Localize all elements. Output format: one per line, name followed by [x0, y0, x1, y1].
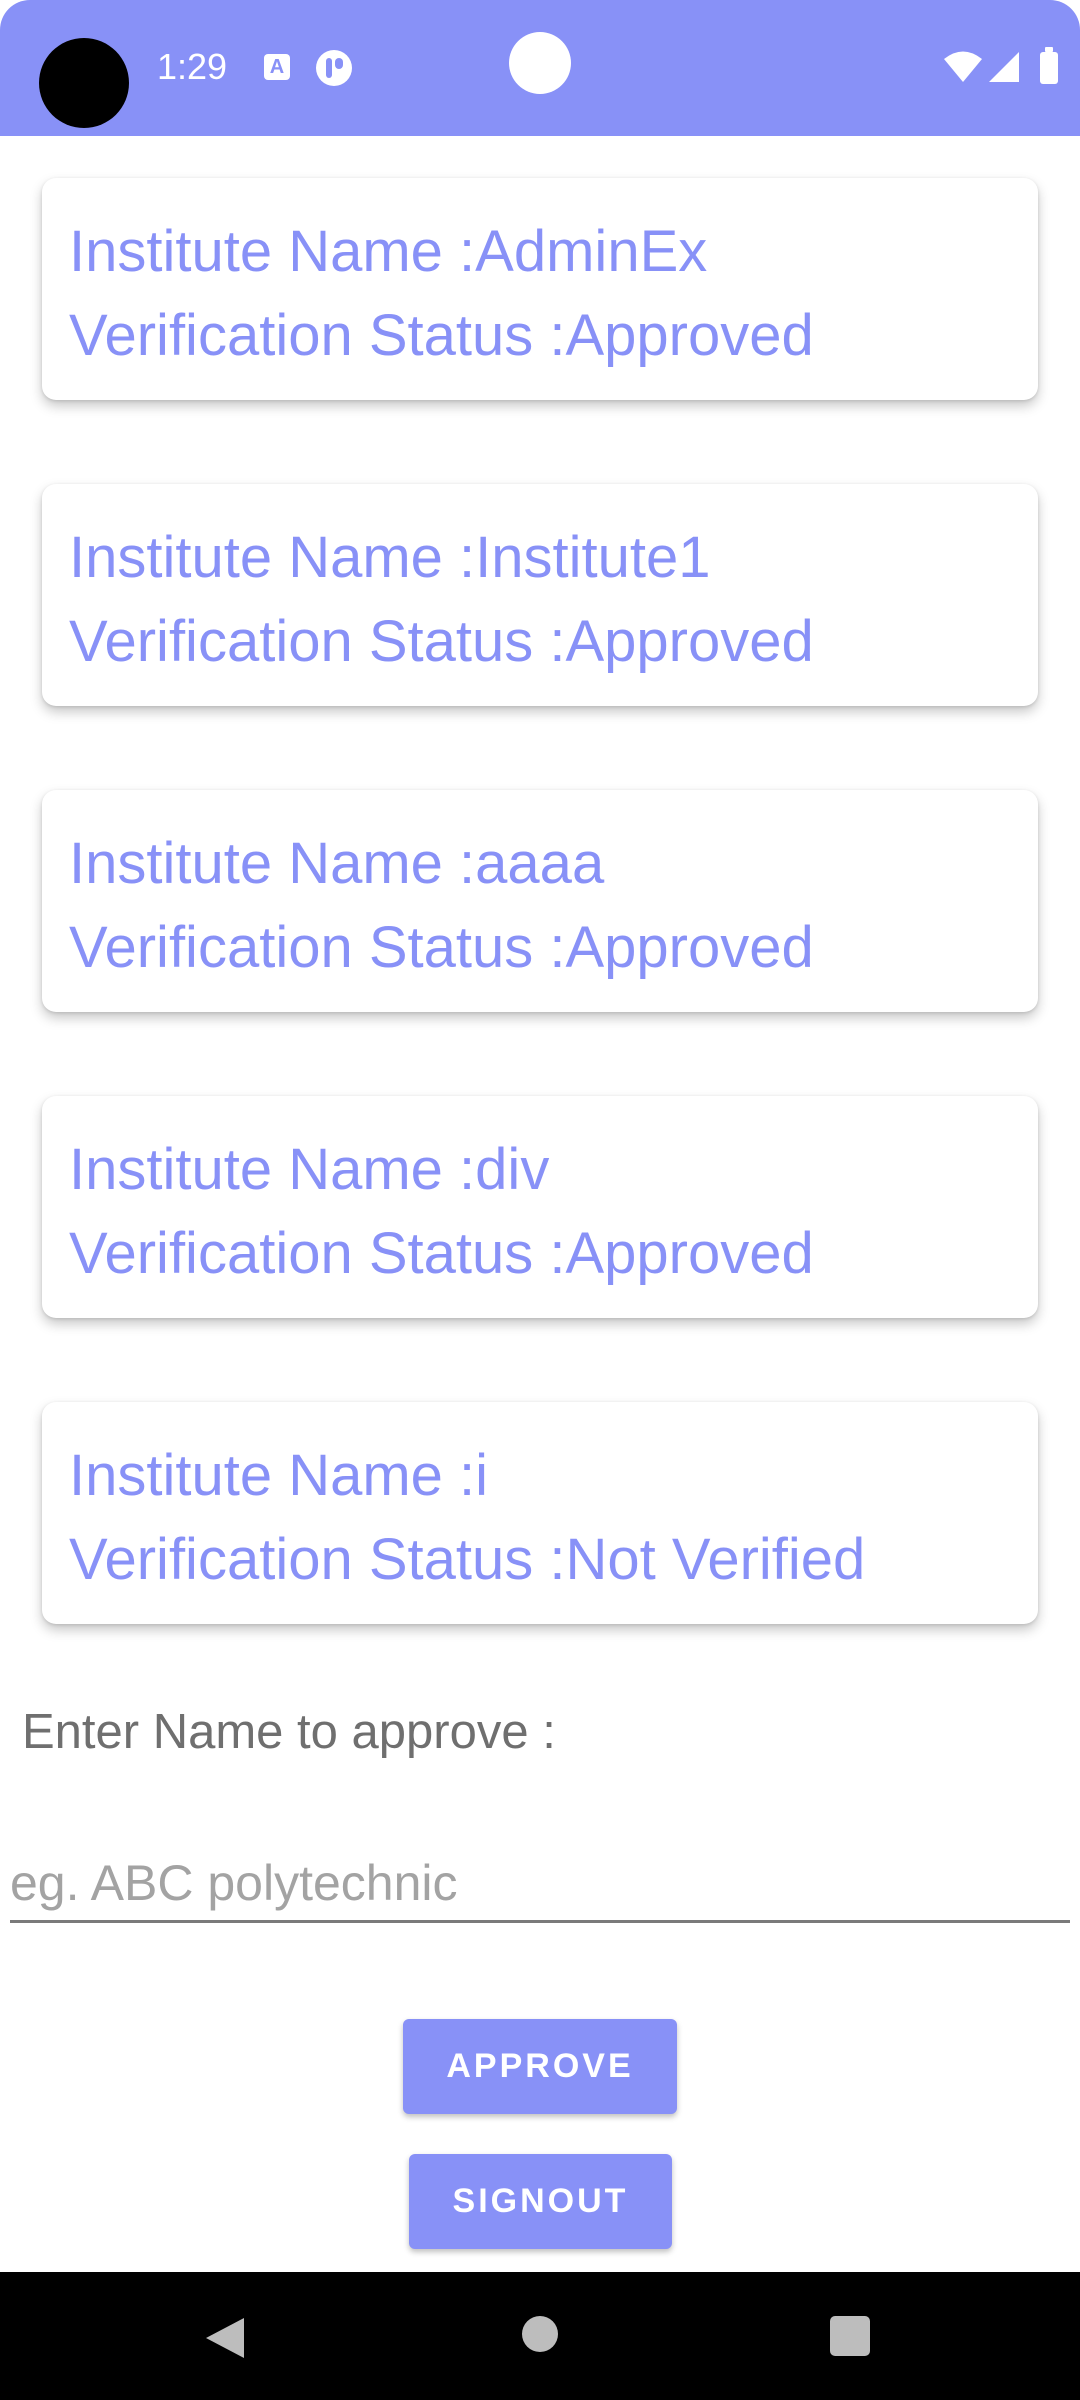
- back-icon[interactable]: [204, 2316, 246, 2360]
- institute-card[interactable]: Institute Name :AdminEx Verification Sta…: [42, 178, 1038, 400]
- institute-name-input[interactable]: [10, 1846, 1070, 1923]
- home-icon[interactable]: [522, 2316, 558, 2352]
- status-time: 1:29: [157, 46, 228, 87]
- institute-name: Institute Name :div: [69, 1137, 550, 1202]
- text-a-icon: A: [264, 54, 290, 80]
- verification-status: Verification Status :Approved: [69, 915, 814, 980]
- institute-card[interactable]: Institute Name :div Verification Status …: [42, 1096, 1038, 1318]
- approve-button[interactable]: APPROVE: [403, 2019, 677, 2114]
- verification-status: Verification Status :Approved: [69, 303, 814, 368]
- institute-name: Institute Name :AdminEx: [69, 219, 708, 284]
- verification-status: Verification Status :Not Verified: [69, 1527, 866, 1592]
- institute-card[interactable]: Institute Name :i Verification Status :N…: [42, 1402, 1038, 1624]
- institute-name: Institute Name :aaaa: [69, 831, 605, 896]
- institute-card[interactable]: Institute Name :aaaa Verification Status…: [42, 790, 1038, 1012]
- approve-name-label: Enter Name to approve :: [22, 1705, 556, 1759]
- signal-icon: [989, 52, 1019, 82]
- institute-name: Institute Name :i: [69, 1443, 489, 1508]
- signout-button[interactable]: SIGNOUT: [409, 2154, 672, 2249]
- institute-card[interactable]: Institute Name :Institute1 Verification …: [42, 484, 1038, 706]
- status-bar: 1:29 A: [0, 0, 1080, 136]
- verification-status: Verification Status :Approved: [69, 1221, 814, 1286]
- verification-status: Verification Status :Approved: [69, 609, 814, 674]
- institute-name: Institute Name :Institute1: [69, 525, 711, 590]
- recents-icon[interactable]: [830, 2316, 870, 2356]
- wifi-icon: [944, 51, 982, 82]
- front-camera-icon: [509, 32, 571, 94]
- battery-icon: [1040, 47, 1058, 84]
- app-notification-icon: [316, 50, 352, 86]
- navigation-bar: [0, 2272, 1080, 2400]
- camera-cutout: [39, 38, 129, 128]
